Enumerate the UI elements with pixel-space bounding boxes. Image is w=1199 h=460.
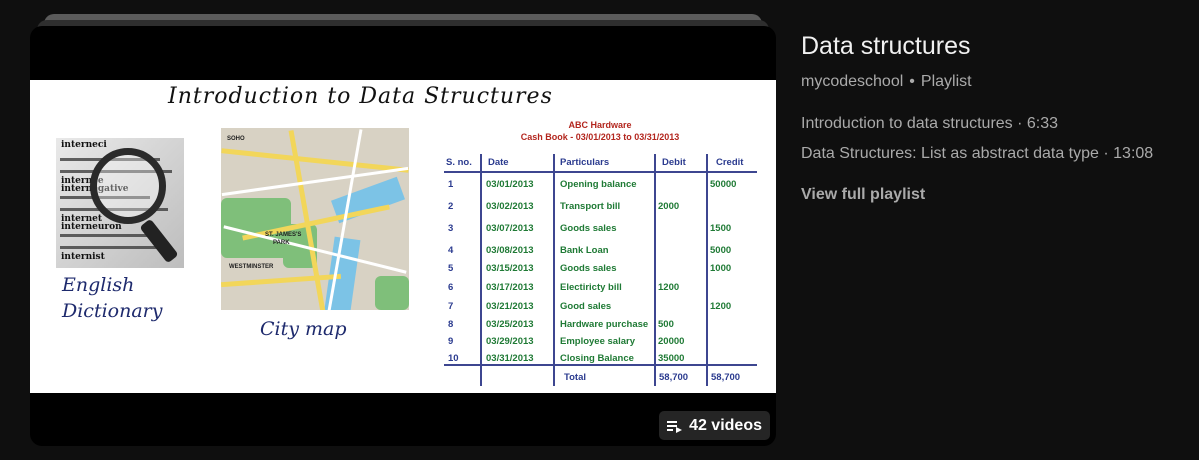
cashbook-credit: 5000 — [710, 245, 732, 256]
cashbook-sno: 10 — [448, 353, 459, 364]
cashbook-credit: 1000 — [710, 263, 732, 274]
playlist-video-item[interactable]: Data Structures: List as abstract data t… — [801, 145, 1153, 163]
dictionary-caption: Dictionary — [62, 300, 163, 322]
cashbook-header: Date — [488, 157, 509, 168]
playlist-title[interactable]: Data structures — [801, 32, 971, 61]
cashbook-table: S. no. Date Particulars Debit Credit 1 03… — [444, 154, 757, 386]
playlist-meta: mycodeschool • Playlist — [801, 73, 972, 91]
cashbook-particulars: Transport bill — [560, 201, 621, 212]
cashbook-header: Debit — [662, 157, 686, 168]
cashbook-sno: 5 — [448, 263, 454, 274]
cashbook-particulars: Bank Loan — [560, 245, 609, 256]
playlist-icon — [667, 420, 683, 433]
cashbook-debit: 35000 — [658, 353, 685, 364]
cashbook-sno: 4 — [448, 245, 454, 256]
cashbook-sno: 8 — [448, 319, 454, 330]
cashbook-credit: 50000 — [710, 179, 737, 190]
cashbook-particulars: Goods sales — [560, 263, 617, 274]
view-full-playlist-link[interactable]: View full playlist — [801, 186, 925, 204]
cashbook-particulars: Employee salary — [560, 336, 635, 347]
cashbook-date: 03/29/2013 — [486, 336, 534, 347]
dictionary-word: interneci — [61, 140, 107, 150]
dictionary-image: interneci internee internegative interne… — [56, 138, 184, 268]
map-label: WESTMINSTER — [229, 264, 274, 270]
cashbook-header: Particulars — [560, 157, 610, 168]
dictionary-caption: English — [62, 274, 135, 296]
cashbook-header: Credit — [716, 157, 744, 168]
cashbook-particulars: Good sales — [560, 301, 612, 312]
cashbook-particulars: Hardware purchase — [560, 319, 649, 330]
cashbook-debit: 500 — [658, 319, 674, 330]
cashbook-debit: 2000 — [658, 201, 680, 212]
playlist-video-item[interactable]: Introduction to data structures · 6:33 — [801, 115, 1058, 133]
map-label: SOHO — [227, 136, 245, 142]
cashbook-particulars: Goods sales — [560, 223, 617, 234]
cashbook-date: 03/21/2013 — [486, 301, 534, 312]
cashbook-particulars: Closing Balance — [560, 353, 634, 364]
video-duration: 6:33 — [1026, 115, 1059, 132]
cashbook-sno: 1 — [448, 179, 454, 190]
slide-title: Introduction to Data Structures — [168, 84, 553, 109]
meta-separator: • — [909, 73, 915, 90]
map-caption: City map — [260, 318, 347, 340]
magnifier-icon — [90, 148, 166, 224]
cashbook-date: 03/02/2013 — [486, 201, 534, 212]
cashbook-date: 03/31/2013 — [486, 353, 534, 364]
dictionary-word: interneuron — [61, 222, 122, 232]
cashbook-credit: 1500 — [710, 223, 732, 234]
cashbook-date: 03/17/2013 — [486, 282, 534, 293]
cashbook-debit: 1200 — [658, 282, 680, 293]
cashbook-debit: 20000 — [658, 336, 685, 347]
cashbook-sno: 7 — [448, 301, 454, 312]
cashbook-sno: 3 — [448, 223, 454, 234]
cashbook-total-label: Total — [564, 372, 586, 383]
cashbook-subtitle: Cash Book - 03/01/2013 to 03/31/2013 — [520, 132, 680, 142]
cashbook-date: 03/15/2013 — [486, 263, 534, 274]
cashbook-date: 03/08/2013 — [486, 245, 534, 256]
map-label: ST. JAMES'S — [265, 232, 302, 238]
cashbook-date: 03/01/2013 — [486, 179, 534, 190]
cashbook-date: 03/07/2013 — [486, 223, 534, 234]
cashbook-total-credit: 58,700 — [711, 372, 741, 383]
city-map-image: SOHO ST. JAMES'S PARK WESTMINSTER — [221, 128, 409, 310]
cashbook-header: S. no. — [446, 157, 472, 168]
playlist-kind: Playlist — [920, 73, 972, 90]
channel-name[interactable]: mycodeschool — [801, 73, 903, 90]
cashbook-company: ABC Hardware — [568, 120, 632, 130]
cashbook-date: 03/25/2013 — [486, 319, 534, 330]
cashbook-total-debit: 58,700 — [659, 372, 689, 383]
video-title: Introduction to data structures — [801, 115, 1013, 132]
cashbook-particulars: Electiricty bill — [560, 282, 622, 293]
video-count-badge: 42 videos — [659, 411, 770, 440]
video-duration: 13:08 — [1113, 145, 1154, 162]
cashbook-sno: 2 — [448, 201, 454, 212]
lecture-slide: Introduction to Data Structures internec… — [30, 80, 776, 393]
playlist-thumbnail[interactable]: Introduction to Data Structures internec… — [30, 26, 776, 446]
video-title: Data Structures: List as abstract data t… — [801, 145, 1099, 162]
cashbook-particulars: Opening balance — [560, 179, 637, 190]
cashbook-sno: 9 — [448, 336, 454, 347]
dictionary-word: internist — [61, 252, 105, 262]
video-count: 42 videos — [689, 416, 762, 434]
cashbook-credit: 1200 — [710, 301, 732, 312]
cashbook-sno: 6 — [448, 282, 454, 293]
map-label: PARK — [273, 240, 290, 246]
magnifier-handle — [139, 218, 179, 264]
